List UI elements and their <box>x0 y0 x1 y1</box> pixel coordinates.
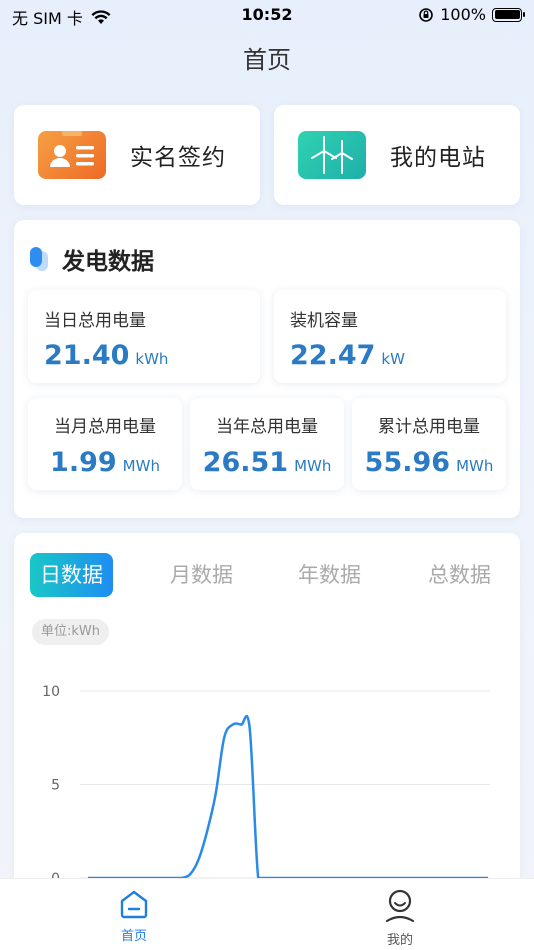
series-line <box>87 714 488 878</box>
real-name-sign-card[interactable]: 实名签约 <box>14 105 260 205</box>
stat-installed-capacity: 装机容量 22.47 kW <box>274 290 506 383</box>
wind-turbine-icon <box>298 131 366 179</box>
section-marker-icon <box>30 247 48 271</box>
stat-total-usage: 累计总用电量 55.96 MWh <box>352 398 506 490</box>
home-icon <box>120 890 148 919</box>
stat-monthly-usage: 当月总用电量 1.99 MWh <box>28 398 182 490</box>
generation-title: 发电数据 <box>62 249 154 275</box>
tabbar-label-mine: 我的 <box>386 933 413 948</box>
stat-label: 累计总用电量 <box>378 417 480 437</box>
stat-unit: kWh <box>135 350 169 368</box>
real-name-sign-label: 实名签约 <box>130 145 226 171</box>
stat-label: 装机容量 <box>290 311 358 331</box>
tabbar-item-mine[interactable]: 我的 <box>360 889 440 948</box>
page-title: 首页 <box>243 46 291 74</box>
stat-unit: MWh <box>456 457 494 475</box>
battery-percent: 100% <box>440 5 486 24</box>
daily-generation-chart: 0 5 10 <box>42 684 490 878</box>
my-station-label: 我的电站 <box>390 145 486 171</box>
stat-value: 22.47 <box>290 340 376 371</box>
stat-label: 当月总用电量 <box>54 417 156 437</box>
status-bar: 无 SIM 卡 10:52 100% <box>0 0 534 32</box>
stat-value: 21.40 <box>44 340 130 371</box>
battery-icon <box>492 7 525 22</box>
stat-unit: kW <box>381 350 405 368</box>
stat-label: 当年总用电量 <box>216 417 318 437</box>
stat-label: 当日总用电量 <box>44 311 146 331</box>
tabbar-item-home[interactable]: 首页 <box>94 889 174 944</box>
stat-unit: MWh <box>294 457 332 475</box>
y-tick-label: 5 <box>51 778 60 794</box>
user-icon <box>385 889 415 923</box>
status-right: 100% <box>418 5 525 24</box>
generation-data-card: 发电数据 当日总用电量 21.40 kWh 装机容量 22.47 kW 当月总用电量… <box>14 220 520 518</box>
tabbar-label-home: 首页 <box>120 929 147 944</box>
rotation-lock-icon <box>419 7 434 22</box>
stat-value: 1.99 <box>50 447 117 478</box>
my-station-card[interactable]: 我的电站 <box>274 105 520 205</box>
stat-daily-usage: 当日总用电量 21.40 kWh <box>28 290 260 383</box>
stat-value: 55.96 <box>364 447 451 478</box>
bottom-tab-bar: 首页 我的 <box>0 878 534 950</box>
y-tick-label: 0 <box>51 871 60 878</box>
stat-value: 26.51 <box>202 447 289 478</box>
generation-header: 发电数据 <box>30 242 154 276</box>
y-tick-label: 10 <box>42 684 60 700</box>
stat-unit: MWh <box>122 457 160 475</box>
stat-yearly-usage: 当年总用电量 26.51 MWh <box>190 398 344 490</box>
id-card-icon <box>38 131 106 179</box>
